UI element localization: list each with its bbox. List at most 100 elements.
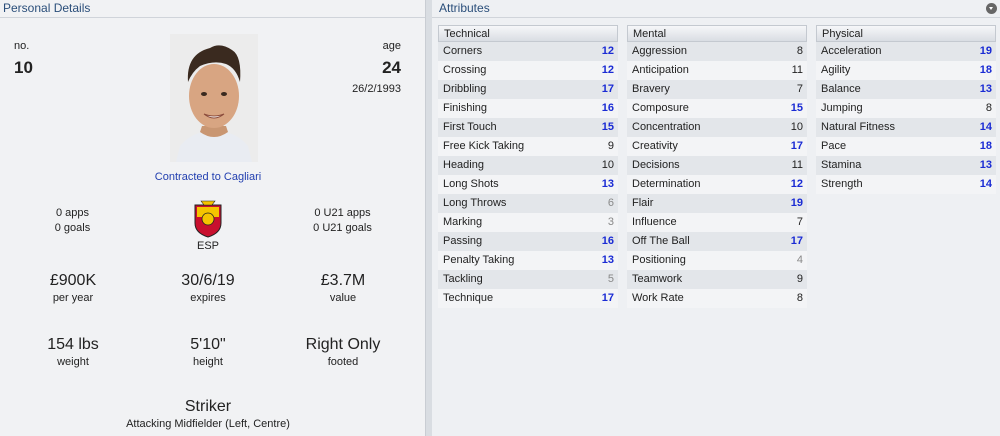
position-main: Striker [184,398,232,415]
attribute-row[interactable]: Technique 17 [438,289,618,308]
personal-details-panel: Personal Details no. 10 age 24 26/2/1993… [0,0,426,436]
attribute-value: 13 [601,254,614,266]
attribute-value: 18 [979,64,992,76]
attribute-row[interactable]: Passing 16 [438,232,618,251]
attribute-value: 11 [791,159,803,171]
attribute-value: 10 [601,159,614,171]
attribute-value: 19 [979,45,992,57]
wage-value: £900K [49,272,97,289]
attribute-value: 17 [601,292,614,304]
nation-code: ESP [196,240,219,252]
attribute-name: Passing [443,235,483,247]
attribute-name: Decisions [632,159,680,171]
attribute-row[interactable]: Marking 3 [438,213,618,232]
attribute-row[interactable]: Strength 14 [816,175,996,194]
attribute-name: Dribbling [443,83,487,95]
attribute-value: 5 [607,273,614,285]
attribute-row[interactable]: Heading 10 [438,156,618,175]
attribute-row[interactable]: Concentration 10 [627,118,807,137]
attribute-row[interactable]: Free Kick Taking 9 [438,137,618,156]
attribute-row[interactable]: Anticipation 11 [627,61,807,80]
date-of-birth: 26/2/1993 [352,83,401,95]
attribute-row[interactable]: Flair 19 [627,194,807,213]
attribute-row[interactable]: Crossing 12 [438,61,618,80]
attribute-name: Acceleration [821,45,882,57]
attribute-row[interactable]: Jumping 8 [816,99,996,118]
attribute-row[interactable]: Dribbling 17 [438,80,618,99]
physical-rows: Acceleration 19 Agility 18 Balance 13 Jumping 8… [816,42,996,194]
attribute-value: 7 [796,216,803,228]
attribute-name: Long Throws [443,197,507,209]
attribute-row[interactable]: Bravery 7 [627,80,807,99]
attribute-row[interactable]: Decisions 11 [627,156,807,175]
attribute-value: 3 [607,216,614,228]
attribute-row[interactable]: Teamwork 9 [627,270,807,289]
attribute-row[interactable]: Pace 18 [816,137,996,156]
attribute-value: 17 [790,235,803,247]
attribute-value: 16 [601,102,614,114]
attribute-row[interactable]: Determination 12 [627,175,807,194]
attribute-name: Influence [632,216,677,228]
attribute-row[interactable]: First Touch 15 [438,118,618,137]
age-value: 24 [382,58,401,77]
attribute-row[interactable]: Acceleration 19 [816,42,996,61]
attribute-value: 4 [796,254,803,266]
attribute-row[interactable]: Influence 7 [627,213,807,232]
attribute-row[interactable]: Natural Fitness 14 [816,118,996,137]
attribute-name: Strength [821,178,863,190]
attribute-value: 17 [790,140,803,152]
collapse-arrow-icon[interactable] [986,3,997,14]
attribute-name: Off The Ball [632,235,690,247]
attribute-value: 17 [601,83,614,95]
footed-label: footed [327,356,359,368]
u21-block: 0 U21 apps 0 U21 goals [290,207,395,234]
mental-column: Mental Aggression 8 Anticipation 11 Bravery 7… [627,25,807,308]
attribute-row[interactable]: Finishing 16 [438,99,618,118]
attribute-row[interactable]: Creativity 17 [627,137,807,156]
attribute-name: Composure [632,102,689,114]
position-secondary: Attacking Midfielder (Left, Centre) [126,418,290,430]
weight-label: weight [57,356,89,368]
attribute-row[interactable]: Work Rate 8 [627,289,807,308]
attribute-value: 12 [601,64,614,76]
attribute-row[interactable]: Long Shots 13 [438,175,618,194]
attribute-name: Work Rate [632,292,684,304]
attribute-row[interactable]: Long Throws 6 [438,194,618,213]
attribute-name: Tackling [443,273,483,285]
attribute-name: Crossing [443,64,487,76]
footed-block: Right Only footed [283,336,403,368]
contract-expiry-value: 30/6/19 [181,272,235,289]
technical-column: Technical Corners 12 Crossing 12 Dribbling 17… [438,25,618,308]
attribute-name: Marking [443,216,483,228]
squad-number-value: 10 [14,58,33,77]
attribute-value: 14 [979,121,992,133]
attribute-row[interactable]: Penalty Taking 13 [438,251,618,270]
attribute-row[interactable]: Corners 12 [438,42,618,61]
attribute-value: 8 [796,45,803,57]
attribute-value: 14 [979,178,992,190]
contract-club-link[interactable]: Contracted to Cagliari [108,171,308,183]
attribute-row[interactable]: Stamina 13 [816,156,996,175]
attribute-row[interactable]: Off The Ball 17 [627,232,807,251]
attribute-value: 13 [979,83,992,95]
attribute-name: Creativity [632,140,678,152]
player-value: £3.7M [320,272,366,289]
attribute-value: 8 [985,102,992,114]
attribute-name: Long Shots [443,178,499,190]
attribute-value: 16 [601,235,614,247]
attribute-value: 11 [791,64,803,76]
attribute-row[interactable]: Agility 18 [816,61,996,80]
attribute-row[interactable]: Tackling 5 [438,270,618,289]
physical-column: Physical Acceleration 19 Agility 18 Balance 1… [816,25,996,194]
height-block: 5'10" height [153,336,263,368]
attribute-name: Penalty Taking [443,254,515,266]
attribute-value: 10 [790,121,803,133]
attribute-name: Natural Fitness [821,121,895,133]
title-divider [0,17,425,18]
attribute-row[interactable]: Positioning 4 [627,251,807,270]
attribute-row[interactable]: Aggression 8 [627,42,807,61]
attribute-value: 7 [796,83,803,95]
u21-apps-count: 0 U21 apps [314,207,371,219]
attribute-row[interactable]: Composure 15 [627,99,807,118]
attribute-row[interactable]: Balance 13 [816,80,996,99]
